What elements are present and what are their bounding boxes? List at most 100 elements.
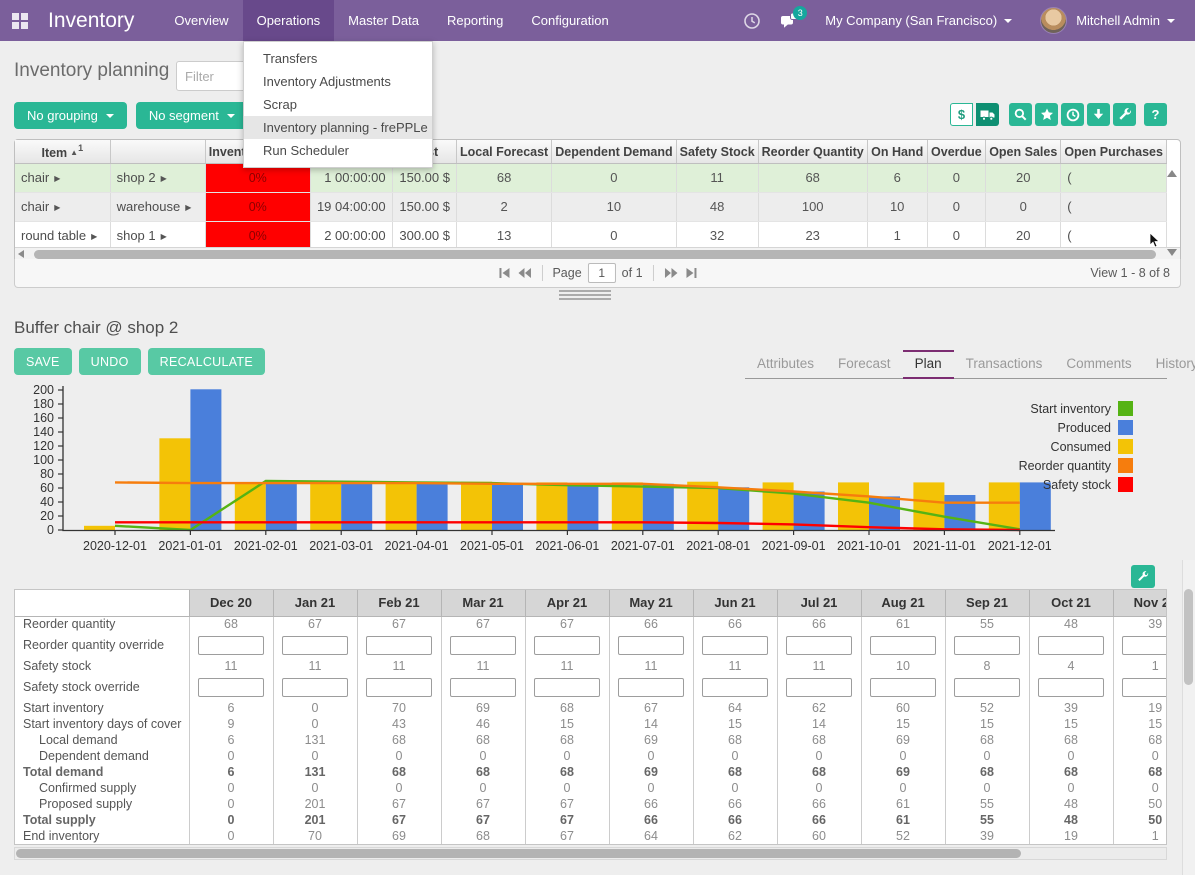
table-row[interactable]: chair▶warehouse▶0%19 04:00:00150.00 $210… bbox=[15, 192, 1167, 221]
help-button[interactable]: ? bbox=[1144, 103, 1167, 126]
save-button[interactable]: SAVE bbox=[14, 348, 72, 375]
grouping-button[interactable]: No grouping bbox=[14, 102, 127, 129]
location-cell[interactable]: shop 1▶ bbox=[110, 221, 205, 247]
recalculate-button[interactable]: RECALCULATE bbox=[148, 348, 265, 375]
legend-item-produced[interactable]: Produced bbox=[1019, 418, 1133, 437]
prev-page-button[interactable] bbox=[516, 267, 531, 279]
column-header-overdue[interactable]: Overdue bbox=[927, 140, 986, 163]
legend-item-reorder-quantity[interactable]: Reorder quantity bbox=[1019, 456, 1133, 475]
pivot-horizontal-scrollbar[interactable] bbox=[14, 847, 1167, 860]
drilldown-arrow-icon[interactable]: ▶ bbox=[161, 232, 167, 241]
column-header-safety-stock[interactable]: Safety Stock bbox=[676, 140, 758, 163]
override-input[interactable] bbox=[282, 636, 348, 655]
user-menu[interactable]: Mitchell Admin bbox=[1076, 13, 1175, 28]
scrollbar-thumb[interactable] bbox=[34, 250, 1156, 259]
column-header-item[interactable]: Item▲1 bbox=[15, 140, 110, 163]
column-header-reorder-quantity[interactable]: Reorder Quantity bbox=[758, 140, 867, 163]
table-row[interactable]: round table▶shop 1▶0%2 00:00:00300.00 $1… bbox=[15, 221, 1167, 247]
legend-item-start-inventory[interactable]: Start inventory bbox=[1019, 399, 1133, 418]
drilldown-arrow-icon[interactable]: ▶ bbox=[91, 232, 97, 241]
activities-clock-icon[interactable] bbox=[737, 0, 767, 41]
search-button[interactable] bbox=[1009, 103, 1032, 126]
column-header-on-hand[interactable]: On Hand bbox=[867, 140, 927, 163]
item-cell[interactable]: round table▶ bbox=[15, 221, 110, 247]
scroll-up-arrow-icon[interactable] bbox=[1167, 170, 1177, 177]
page-number-input[interactable] bbox=[588, 263, 616, 283]
customize-button[interactable] bbox=[1113, 103, 1136, 126]
menu-master-data[interactable]: Master Data bbox=[334, 0, 433, 41]
menu-item-inventory-adjustments[interactable]: Inventory Adjustments bbox=[244, 70, 432, 93]
scroll-down-arrow-icon[interactable] bbox=[1167, 249, 1177, 256]
override-input[interactable] bbox=[702, 636, 768, 655]
grid-vertical-scrollbar[interactable] bbox=[1166, 164, 1179, 270]
override-input[interactable] bbox=[1038, 636, 1104, 655]
menu-operations[interactable]: Operations bbox=[243, 0, 335, 41]
column-header-dependent-demand[interactable]: Dependent Demand bbox=[552, 140, 676, 163]
override-input[interactable] bbox=[1122, 678, 1167, 697]
override-input[interactable] bbox=[450, 636, 516, 655]
override-input[interactable] bbox=[954, 678, 1020, 697]
column-header-location[interactable] bbox=[110, 140, 205, 163]
override-input[interactable] bbox=[534, 636, 600, 655]
menu-item-run-scheduler[interactable]: Run Scheduler bbox=[244, 139, 432, 162]
tab-history[interactable]: History bbox=[1144, 350, 1195, 378]
override-input[interactable] bbox=[954, 636, 1020, 655]
override-input[interactable] bbox=[534, 678, 600, 697]
tab-plan[interactable]: Plan bbox=[903, 350, 954, 379]
override-input[interactable] bbox=[1122, 636, 1167, 655]
override-input[interactable] bbox=[366, 678, 432, 697]
drilldown-arrow-icon[interactable]: ▶ bbox=[54, 174, 60, 183]
menu-reporting[interactable]: Reporting bbox=[433, 0, 517, 41]
column-header-open-sales[interactable]: Open Sales bbox=[986, 140, 1061, 163]
favorites-button[interactable] bbox=[1035, 103, 1058, 126]
location-cell[interactable]: warehouse▶ bbox=[110, 192, 205, 221]
item-cell[interactable]: chair▶ bbox=[15, 192, 110, 221]
user-avatar[interactable] bbox=[1040, 7, 1067, 34]
page-vertical-scrollbar[interactable] bbox=[1182, 560, 1195, 875]
undo-button[interactable]: UNDO bbox=[79, 348, 141, 375]
drilldown-arrow-icon[interactable]: ▶ bbox=[161, 174, 167, 183]
pivot-customize-button[interactable] bbox=[1131, 565, 1155, 588]
units-toggle-button[interactable] bbox=[976, 103, 999, 126]
column-header-local-forecast[interactable]: Local Forecast bbox=[456, 140, 551, 163]
override-input[interactable] bbox=[450, 678, 516, 697]
drilldown-arrow-icon[interactable]: ▶ bbox=[185, 203, 191, 212]
override-input[interactable] bbox=[198, 678, 264, 697]
override-input[interactable] bbox=[870, 636, 936, 655]
legend-item-safety-stock[interactable]: Safety stock bbox=[1019, 475, 1133, 494]
override-input[interactable] bbox=[1038, 678, 1104, 697]
override-input[interactable] bbox=[618, 636, 684, 655]
download-button[interactable] bbox=[1087, 103, 1110, 126]
next-page-button[interactable] bbox=[664, 267, 679, 279]
tab-forecast[interactable]: Forecast bbox=[826, 350, 903, 378]
last-page-button[interactable] bbox=[685, 267, 698, 279]
menu-overview[interactable]: Overview bbox=[160, 0, 242, 41]
column-header-open-purchases[interactable]: Open Purchases bbox=[1061, 140, 1167, 163]
scrollbar-thumb[interactable] bbox=[1184, 589, 1193, 685]
scroll-left-arrow-icon[interactable] bbox=[18, 250, 24, 258]
drilldown-arrow-icon[interactable]: ▶ bbox=[54, 203, 60, 212]
apps-menu-icon[interactable] bbox=[0, 0, 40, 41]
override-input[interactable] bbox=[366, 636, 432, 655]
company-switcher[interactable]: My Company (San Francisco) bbox=[825, 13, 1012, 28]
tab-comments[interactable]: Comments bbox=[1054, 350, 1143, 378]
resize-grip[interactable] bbox=[559, 290, 611, 302]
messages-icon[interactable]: 3 bbox=[775, 0, 805, 41]
segment-button[interactable]: No segment bbox=[136, 102, 248, 129]
table-row[interactable]: chair▶shop 2▶0%1 00:00:00150.00 $6801168… bbox=[15, 163, 1167, 192]
override-input[interactable] bbox=[870, 678, 936, 697]
currency-toggle-button[interactable]: $ bbox=[950, 103, 973, 126]
menu-item-transfers[interactable]: Transfers bbox=[244, 47, 432, 70]
tab-attributes[interactable]: Attributes bbox=[745, 350, 826, 378]
override-input[interactable] bbox=[282, 678, 348, 697]
scrollbar-thumb[interactable] bbox=[16, 849, 1021, 858]
override-input[interactable] bbox=[786, 678, 852, 697]
override-input[interactable] bbox=[198, 636, 264, 655]
tab-transactions[interactable]: Transactions bbox=[954, 350, 1055, 378]
location-cell[interactable]: shop 2▶ bbox=[110, 163, 205, 192]
override-input[interactable] bbox=[702, 678, 768, 697]
item-cell[interactable]: chair▶ bbox=[15, 163, 110, 192]
menu-item-inventory-planning-frepple[interactable]: Inventory planning - frePPLe bbox=[244, 116, 432, 139]
recent-button[interactable] bbox=[1061, 103, 1084, 126]
override-input[interactable] bbox=[618, 678, 684, 697]
